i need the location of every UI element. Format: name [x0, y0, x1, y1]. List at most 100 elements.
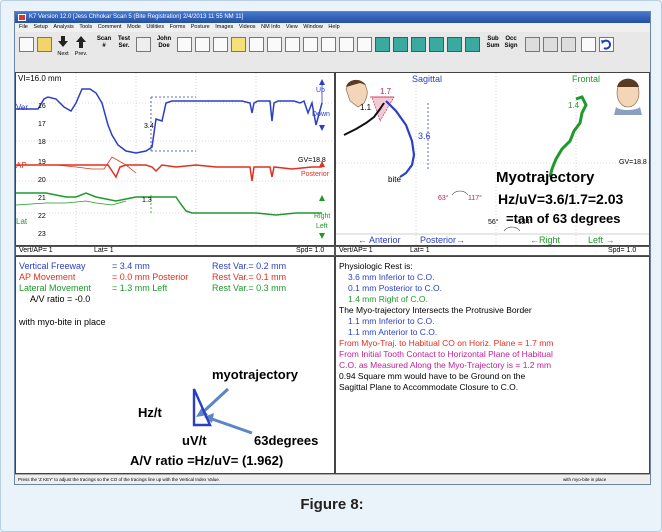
ver-trace [16, 88, 323, 154]
app-icon [18, 14, 26, 21]
myo-title: Myotrajectory [496, 169, 595, 186]
bottom-right-status: with myo-bite in place [563, 477, 607, 482]
posterior-label: Posterior [301, 171, 330, 178]
view-3-icon[interactable] [411, 37, 426, 52]
occ-label: Occ [505, 36, 517, 42]
expand-icon[interactable] [136, 37, 151, 52]
status-spd-right: Spd= 1.0 [608, 247, 637, 254]
trace-icon[interactable] [285, 37, 300, 52]
cursor-icon[interactable] [339, 37, 354, 52]
sub-sum-button[interactable]: Sub Sum [485, 36, 501, 62]
physio-l10: 0.94 Square mm would have to be Ground o… [339, 371, 526, 381]
down-label: Down [312, 111, 330, 118]
status-lat-right: Lat= 1 [410, 247, 430, 254]
physio-l2: 0.1 mm Posterior to C.O. [348, 283, 442, 293]
view-4-icon[interactable] [429, 37, 444, 52]
chart-icon[interactable] [249, 37, 264, 52]
myo-ratio: Hz/uV=3.6/1.7=2.03 [498, 191, 624, 207]
physio-l6: 1.1 mm Anterior to C.O. [348, 327, 438, 337]
menu-help[interactable]: Help [328, 24, 339, 30]
sub-label: Sub [487, 36, 499, 42]
menu-comment[interactable]: Comment [98, 24, 122, 30]
next-button[interactable]: Next [55, 36, 71, 62]
menu-file[interactable]: File [19, 24, 28, 30]
compare-icon[interactable] [321, 37, 336, 52]
toolbar: Next Prev. Scan # Test Ser. John Doe Sub… [15, 32, 650, 73]
myo-tan: =tan of 63 degrees [506, 211, 621, 226]
grid-icon[interactable] [177, 37, 192, 52]
posterior-axis-label: Posterior→ [420, 235, 466, 245]
physio-l3: 1.4 mm Right of C.O. [348, 294, 428, 304]
plot-icon[interactable] [303, 37, 318, 52]
physio-l4: The Myo-trajectory Intersects the Protru… [339, 305, 532, 315]
test-ser-button[interactable]: Test Ser. [115, 36, 133, 62]
occ-sign-button[interactable]: Occ Sign [503, 36, 519, 62]
right-axis-label: ←Right [530, 235, 561, 245]
menu-nminfo[interactable]: NM Info [261, 24, 280, 30]
menu-view[interactable]: View [286, 24, 298, 30]
view-1-icon[interactable] [375, 37, 390, 52]
sign-label: Sign [504, 43, 518, 49]
lat-trace [16, 192, 322, 216]
undo-icon[interactable] [599, 37, 614, 52]
physio-l8: From Initial Tooth Contact to Horizontal… [339, 349, 553, 359]
tick-19: 19 [38, 159, 46, 166]
status-bar-left: Vert/AP= 1 Lat= 1 Spd= 1.0 [15, 246, 335, 256]
menu-analysis[interactable]: Analysis [53, 24, 73, 30]
menu-forms[interactable]: Forms [170, 24, 186, 30]
menu-images[interactable]: Images [215, 24, 233, 30]
tick-16: 16 [38, 103, 46, 110]
arrow-up-icon [76, 36, 86, 48]
person-icon[interactable] [357, 37, 372, 52]
dim-1-7: 1.7 [380, 87, 392, 96]
menu-videos[interactable]: Videos [239, 24, 256, 30]
bars-icon[interactable] [195, 37, 210, 52]
ap-trace [16, 164, 322, 182]
menu-setup[interactable]: Setup [33, 24, 47, 30]
status-spd-left: Spd= 1.0 [296, 247, 325, 254]
view-5-icon[interactable] [447, 37, 462, 52]
frontal-label: Frontal [572, 74, 601, 84]
print-icon[interactable] [581, 37, 596, 52]
list-1-icon[interactable] [525, 37, 540, 52]
sagittal-label: Sagittal [412, 74, 443, 84]
bite-label: bite [388, 175, 401, 184]
physio-l5: 1.1 mm Inferior to C.O. [348, 316, 435, 326]
new-file-icon[interactable] [19, 37, 34, 52]
angle-56: 56° [488, 219, 499, 226]
menu-mode[interactable]: Mode [127, 24, 141, 30]
degrees-arrow [211, 417, 253, 435]
annot-hzt: Hz/t [138, 405, 162, 420]
scan-button[interactable]: Scan # [95, 36, 113, 62]
physio-l1: 3.6 mm Inferior to C.O. [348, 272, 435, 282]
right-label: Right [314, 213, 331, 220]
menu-tools[interactable]: Tools [79, 24, 92, 30]
trajectory-pane: Sagittal Frontal 1.7 1.1 3.6 1.4 bite 63… [335, 72, 650, 246]
view-6-icon[interactable] [465, 37, 480, 52]
view-2-icon[interactable] [393, 37, 408, 52]
menu-window[interactable]: Window [303, 24, 323, 30]
open-folder-icon[interactable] [37, 37, 52, 52]
menu-posture[interactable]: Posture [191, 24, 210, 30]
gv-label-right: GV=18.8 [619, 159, 647, 166]
menu-utilities[interactable]: Utilities [146, 24, 164, 30]
signal-icon[interactable] [213, 37, 228, 52]
john-doe-button[interactable]: John Doe [155, 36, 173, 62]
physio-header: Physiologic Rest is: [339, 261, 413, 271]
sagittal-trajectory-blue [385, 100, 416, 178]
metrics-pane: Vertical Freeway = 3.4 mm Rest Var.= 0.2… [15, 256, 335, 474]
channel-ver: Ver [16, 103, 29, 112]
pencil-icon[interactable] [231, 37, 246, 52]
app-window: K7 Version 12.0 [Jess Chhokar Scan 5 (Bi… [14, 11, 651, 485]
left-axis-label: Left → [588, 235, 615, 245]
list-3-icon[interactable] [561, 37, 576, 52]
tick-23: 23 [38, 231, 46, 238]
status-bar-right: Vert/AP= 1 Lat= 1 Spd= 1.0 [335, 246, 650, 256]
dim-1-4: 1.4 [568, 101, 580, 110]
prev-button[interactable]: Prev. [73, 36, 89, 62]
window-title: K7 Version 12.0 [Jess Chhokar Scan 5 (Bi… [29, 14, 244, 20]
list-2-icon[interactable] [543, 37, 558, 52]
wave-icon[interactable] [267, 37, 282, 52]
bottom-hint: Press the 'Z KEY' to adjust the tracings… [18, 477, 220, 482]
tick-22: 22 [38, 213, 46, 220]
